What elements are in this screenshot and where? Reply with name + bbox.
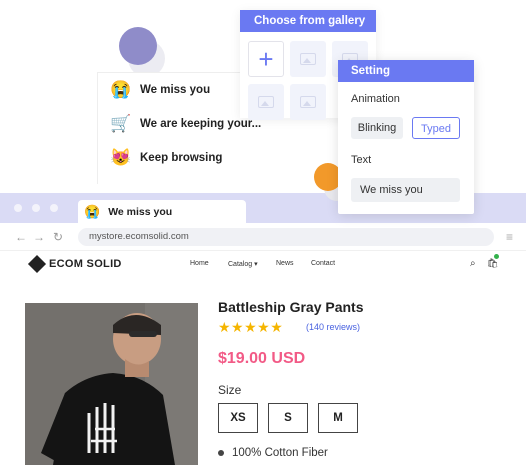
text-input[interactable]: We miss you (351, 178, 460, 202)
gallery-image-slot[interactable] (290, 84, 326, 120)
add-image-button[interactable]: + (248, 41, 284, 77)
tab-title-label: Keep browsing (140, 152, 223, 164)
product-title: Battleship Gray Pants (218, 299, 364, 315)
product-image[interactable] (25, 303, 198, 465)
size-option-s[interactable]: S (268, 403, 308, 433)
size-option-xs[interactable]: XS (218, 403, 258, 433)
address-bar[interactable]: mystore.ecomsolid.com (78, 228, 494, 246)
heart-eyes-cat-icon: 😻 (110, 148, 132, 167)
text-label: Text (351, 154, 372, 166)
nav-link-contact[interactable]: Contact (311, 260, 335, 267)
setting-panel: Setting Animation Blinking Typed Text We… (338, 60, 474, 214)
browser-window: 😭 We miss you ← → ↻ mystore.ecomsolid.co… (0, 193, 526, 465)
image-icon (300, 53, 316, 65)
setting-title: Setting (338, 60, 474, 82)
address-row: ← → ↻ mystore.ecomsolid.com ≡ (0, 223, 526, 251)
size-option-m[interactable]: M (318, 403, 358, 433)
crying-face-icon: 😭 (110, 80, 132, 99)
size-label: Size (218, 383, 242, 397)
nav-link-news[interactable]: News (276, 260, 294, 267)
gallery-title: Choose from gallery (240, 10, 376, 32)
cart-badge (494, 254, 499, 259)
product-photo (25, 303, 198, 465)
blinking-option-button[interactable]: Blinking (351, 117, 403, 139)
gallery-image-slot[interactable] (248, 84, 284, 120)
animation-label: Animation (351, 93, 400, 105)
menu-icon[interactable]: ≡ (506, 230, 513, 244)
search-icon[interactable]: ⌕ (470, 258, 476, 269)
store-logo[interactable]: ECOM SOLID (27, 254, 122, 274)
crying-face-icon: 😭 (84, 203, 101, 219)
gallery-image-slot[interactable] (290, 41, 326, 77)
cart-icon[interactable]: 🛍 (487, 258, 498, 269)
logo-text: ECOM SOLID (49, 258, 122, 270)
window-control-dot[interactable] (32, 204, 40, 212)
tab-title-label: We miss you (140, 84, 211, 96)
typed-option-button[interactable]: Typed (412, 117, 460, 139)
forward-arrow-icon[interactable]: → (33, 230, 45, 244)
decorative-purple-circle (119, 27, 157, 65)
nav-link-home[interactable]: Home (190, 260, 209, 267)
window-control-dot[interactable] (50, 204, 58, 212)
product-price: $19.00 USD (218, 350, 306, 367)
image-icon (300, 96, 316, 108)
store-header: ECOM SOLID Home Catalog ▾ News Contact ⌕… (0, 251, 526, 279)
browser-tab[interactable]: 😭 We miss you (78, 200, 246, 223)
star-rating: ★★★★★ (218, 319, 284, 335)
reviews-link[interactable]: (140 reviews) (306, 322, 360, 332)
reload-icon[interactable]: ↻ (53, 230, 63, 244)
nav-link-catalog[interactable]: Catalog ▾ (228, 260, 258, 268)
browser-tab-title: We miss you (108, 205, 173, 218)
image-icon (258, 96, 274, 108)
tab-title-option[interactable]: 😻 Keep browsing (98, 141, 270, 175)
window-control-dot[interactable] (14, 204, 22, 212)
shopping-cart-icon: 🛒 (110, 114, 132, 133)
logo-mark-icon (27, 254, 47, 274)
product-feature: 100% Cotton Fiber (218, 447, 328, 459)
back-arrow-icon[interactable]: ← (15, 230, 27, 244)
tab-title-label: We are keeping your... (140, 118, 262, 130)
plus-icon: + (258, 44, 274, 74)
